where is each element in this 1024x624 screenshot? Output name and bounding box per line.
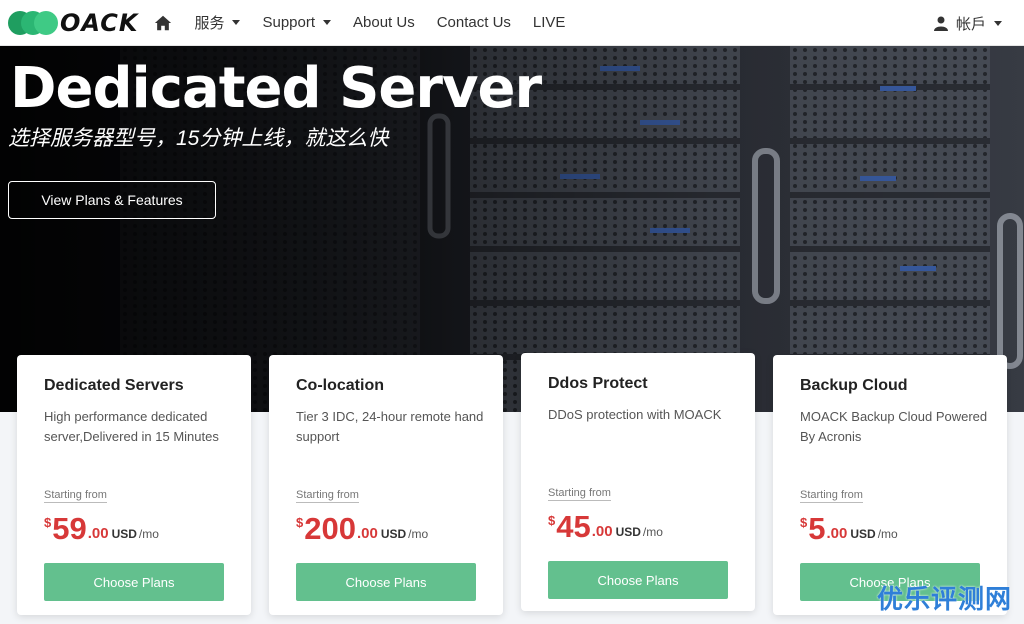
product-card-co-location: Co-location Tier 3 IDC, 24-hour remote h… [269,355,503,615]
nav-item-live[interactable]: LIVE [533,14,566,31]
card-title: Ddos Protect [548,375,648,392]
choose-plans-button[interactable]: Choose Plans [44,563,224,601]
card-description: Tier 3 IDC, 24-hour remote hand support [296,409,484,444]
starting-from-label: Starting from [44,489,107,503]
logo-mark-icon [8,8,58,38]
chevron-down-icon [994,20,1002,26]
top-navbar: OACK 服务 Support About Us Contact Us LIVE… [0,0,1024,46]
card-price: $ 5 .00 USD /mo [800,511,898,546]
card-price: $ 59 .00 USD /mo [44,511,159,546]
card-description: DDoS protection with MOACK [548,407,722,422]
logo-text: OACK [60,8,139,37]
card-description: High performance dedicated server,Delive… [44,409,219,444]
choose-plans-button[interactable]: Choose Plans [296,563,476,601]
product-card-ddos-protect: Ddos Protect DDoS protection with MOACK … [521,353,755,611]
card-title: Co-location [296,377,384,394]
card-description: MOACK Backup Cloud Powered By Acronis [800,409,988,444]
nav-item-contact-us[interactable]: Contact Us [437,14,511,31]
chevron-down-icon [323,20,332,25]
account-menu[interactable]: 帐戶 [933,0,1002,46]
starting-from-label: Starting from [296,489,359,503]
user-icon [933,16,948,31]
choose-plans-button[interactable]: Choose Plans [548,561,728,599]
card-title: Backup Cloud [800,377,908,394]
watermark-text: 优乐评测网 [876,584,1012,614]
product-card-dedicated-servers: Dedicated Servers High performance dedic… [17,355,251,615]
chevron-down-icon [232,20,241,25]
nav-item-services[interactable]: 服务 [194,12,241,33]
card-title: Dedicated Servers [44,377,184,394]
home-icon[interactable] [154,14,172,32]
nav-item-about-us[interactable]: About Us [353,14,415,31]
nav-item-support[interactable]: Support [262,14,332,31]
hero-subtitle: 选择服务器型号，15分钟上线，就这么快 [8,127,389,150]
card-price: $ 200 .00 USD /mo [296,511,429,546]
product-card-backup-cloud: Backup Cloud MOACK Backup Cloud Powered … [773,355,1007,615]
starting-from-label: Starting from [800,489,863,503]
view-plans-button[interactable]: View Plans & Features [8,181,216,219]
hero-title: Dedicated Server [10,56,542,121]
starting-from-label: Starting from [548,487,611,501]
card-price: $ 45 .00 USD /mo [548,509,663,544]
site-logo[interactable]: OACK [8,0,138,46]
